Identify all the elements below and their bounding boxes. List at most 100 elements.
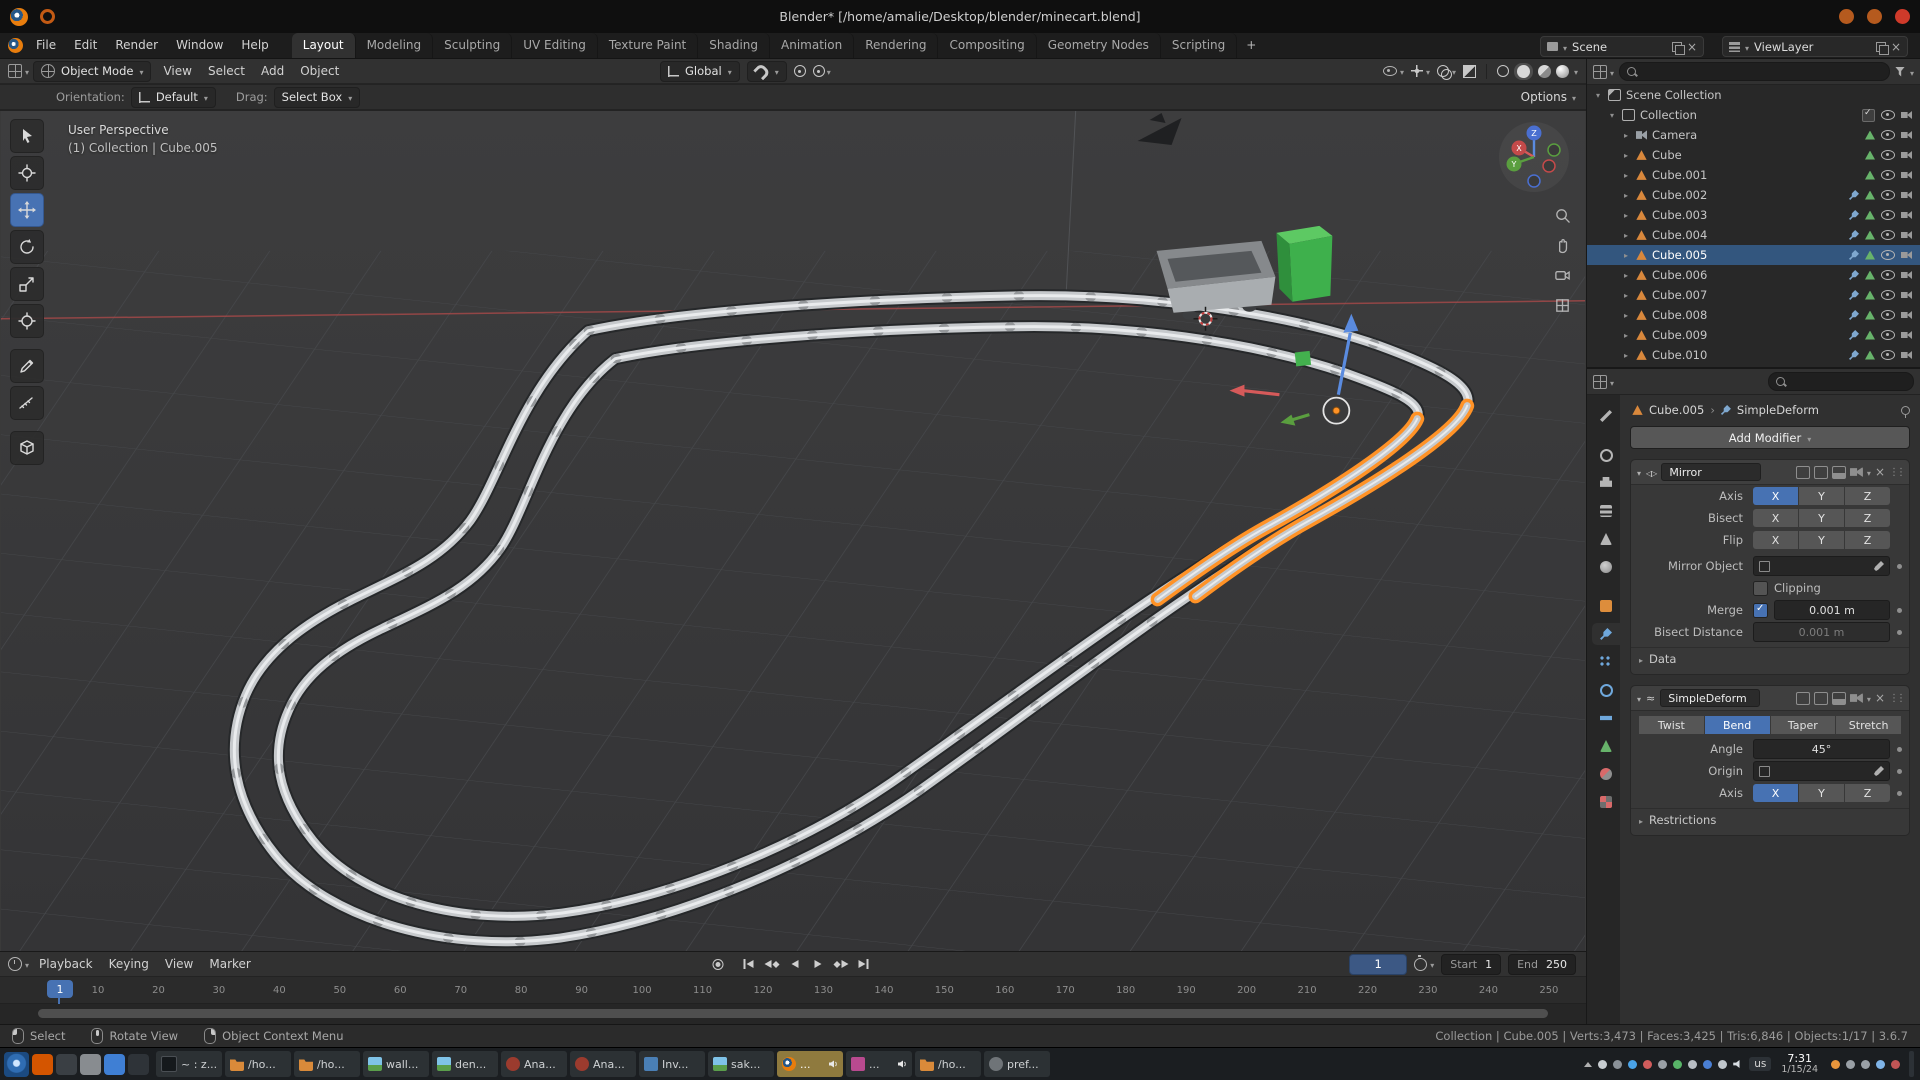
timeline-ruler[interactable]: 1020304050607080901001101201301401501601… — [0, 977, 1586, 1004]
tool-add-cube-button[interactable] — [10, 431, 44, 465]
maximize-button[interactable] — [1867, 9, 1882, 24]
realtime-toggle-icon[interactable] — [1832, 692, 1846, 705]
view-layer-selector[interactable]: ViewLayer — [1722, 36, 1908, 57]
timeline-menu-item[interactable]: Keying — [101, 957, 157, 971]
clock[interactable]: 7:31 1/15/24 — [1781, 1053, 1818, 1075]
tool-cursor-button[interactable] — [10, 156, 44, 190]
wireframe-shading-button[interactable] — [1497, 65, 1509, 77]
falloff-dropdown[interactable] — [813, 64, 831, 78]
merge-threshold-field[interactable]: 0.001 m — [1774, 600, 1890, 620]
window-menu-icon[interactable] — [40, 9, 55, 24]
taskbar-window-button[interactable]: ~ : z... — [156, 1051, 222, 1077]
visibility-eye-icon[interactable] — [1881, 210, 1895, 220]
camera-view-icon[interactable] — [1554, 267, 1571, 284]
show-desktop-button[interactable] — [1909, 1051, 1914, 1077]
restrictions-subpanel-header[interactable]: Restrictions — [1631, 808, 1909, 830]
deform-mode-tab[interactable]: Taper — [1771, 716, 1836, 734]
delete-modifier-icon[interactable] — [1875, 691, 1885, 705]
taskbar-window-button[interactable]: pref... — [984, 1051, 1050, 1077]
tool-scale-button[interactable] — [10, 267, 44, 301]
outliner-editor-type-button[interactable] — [1593, 65, 1614, 79]
render-visibility-icon[interactable] — [1901, 351, 1912, 359]
tray-icon[interactable] — [1613, 1060, 1622, 1069]
deform-mode-tab[interactable]: Twist — [1639, 716, 1704, 734]
visibility-eye-icon[interactable] — [1881, 270, 1895, 280]
breadcrumb-modifier[interactable]: SimpleDeform — [1737, 403, 1819, 417]
bisect-toggle[interactable]: Y — [1799, 509, 1844, 527]
outliner-item[interactable]: ▸ Cube.002 — [1587, 185, 1920, 205]
playhead[interactable]: 1 — [47, 980, 73, 998]
data-subpanel-header[interactable]: Data — [1631, 647, 1909, 669]
outliner-item[interactable]: ▸ Cube.005 — [1587, 245, 1920, 265]
expand-caret-icon[interactable]: ▸ — [1621, 291, 1631, 300]
visibility-eye-icon[interactable] — [1881, 230, 1895, 240]
animate-dot[interactable] — [1897, 747, 1902, 752]
expand-caret-icon[interactable]: ▸ — [1621, 331, 1631, 340]
mirror-object-field[interactable] — [1753, 556, 1890, 576]
render-visibility-icon[interactable] — [1901, 331, 1912, 339]
scene-selector[interactable]: Scene — [1540, 36, 1704, 57]
properties-tab[interactable] — [1592, 707, 1620, 729]
render-visibility-icon[interactable] — [1901, 311, 1912, 319]
render-visibility-icon[interactable] — [1901, 271, 1912, 279]
keying-popover-button[interactable] — [1414, 957, 1434, 971]
visibility-eye-icon[interactable] — [1881, 190, 1895, 200]
start-frame-field[interactable]: Start1 — [1441, 954, 1501, 975]
animate-dot[interactable] — [1897, 608, 1902, 613]
viewport-menu-item[interactable]: Object — [292, 64, 347, 78]
render-toggle-icon[interactable] — [1850, 693, 1863, 704]
extras-dropdown-icon[interactable] — [1867, 465, 1871, 479]
properties-tab[interactable] — [1592, 735, 1620, 757]
editor-type-button[interactable] — [8, 64, 29, 78]
render-visibility-icon[interactable] — [1901, 191, 1912, 199]
visibility-eye-icon[interactable] — [1881, 350, 1895, 360]
viewport-menu-item[interactable]: View — [155, 64, 199, 78]
visibility-eye-icon[interactable] — [1881, 250, 1895, 260]
play-reverse-button[interactable] — [785, 955, 805, 974]
outliner-item[interactable]: ▸ Cube.007 — [1587, 285, 1920, 305]
gizmos-dropdown[interactable] — [1411, 64, 1430, 78]
timeline-menu-item[interactable]: Marker — [201, 957, 258, 971]
menubar-item[interactable]: Window — [167, 32, 232, 58]
workspace-tab[interactable]: Animation — [770, 33, 854, 58]
workspace-tab[interactable]: Texture Paint — [598, 33, 698, 58]
properties-tab[interactable] — [1592, 556, 1620, 578]
outliner-item[interactable]: ▸ Cube.008 — [1587, 305, 1920, 325]
merge-checkbox[interactable] — [1753, 603, 1768, 618]
outliner-item[interactable]: ▸ Cube — [1587, 145, 1920, 165]
outliner-item[interactable]: ▸ Cube.006 — [1587, 265, 1920, 285]
properties-tab[interactable] — [1592, 472, 1620, 494]
proportional-edit-icon[interactable] — [794, 65, 806, 77]
tray-icon[interactable] — [1658, 1060, 1667, 1069]
jump-to-end-button[interactable] — [854, 955, 874, 974]
taskbar-window-button[interactable]: /ho... — [225, 1051, 291, 1077]
drag-handle-icon[interactable] — [1889, 693, 1903, 704]
pan-hand-icon[interactable] — [1554, 237, 1571, 254]
options-dropdown[interactable]: Options — [1521, 90, 1576, 104]
collapse-caret-icon[interactable] — [1637, 465, 1641, 479]
animate-dot[interactable] — [1897, 769, 1902, 774]
expand-caret-icon[interactable]: ▸ — [1621, 351, 1631, 360]
next-keyframe-button[interactable] — [831, 955, 851, 974]
taskbar-window-button[interactable]: Ana... — [501, 1051, 567, 1077]
current-frame-field[interactable]: 1 — [1349, 954, 1407, 975]
workspace-tab[interactable]: Sculpting — [433, 33, 512, 58]
launcher-icon[interactable] — [128, 1054, 149, 1075]
launcher-icon[interactable] — [32, 1054, 53, 1075]
tray-icon[interactable] — [1876, 1060, 1885, 1069]
outliner-scene-collection[interactable]: ▾ Scene Collection — [1587, 85, 1920, 105]
timeline-scrollbar[interactable] — [10, 1007, 1576, 1021]
render-visibility-icon[interactable] — [1901, 291, 1912, 299]
launcher-icon[interactable] — [104, 1054, 125, 1075]
workspace-tab[interactable]: Rendering — [854, 33, 938, 58]
material-shading-button[interactable] — [1538, 65, 1551, 78]
modifier-name-field[interactable]: Mirror — [1661, 463, 1761, 481]
tool-move-button[interactable] — [10, 193, 44, 227]
tray-icon[interactable] — [1831, 1060, 1840, 1069]
unlink-scene-icon[interactable] — [1687, 40, 1697, 54]
outliner-item[interactable]: ▸ Cube.001 — [1587, 165, 1920, 185]
properties-tab[interactable] — [1592, 651, 1620, 673]
menubar-item[interactable]: Render — [106, 32, 167, 58]
visibility-eye-icon[interactable] — [1881, 310, 1895, 320]
keyboard-layout-indicator[interactable]: us — [1749, 1057, 1771, 1071]
